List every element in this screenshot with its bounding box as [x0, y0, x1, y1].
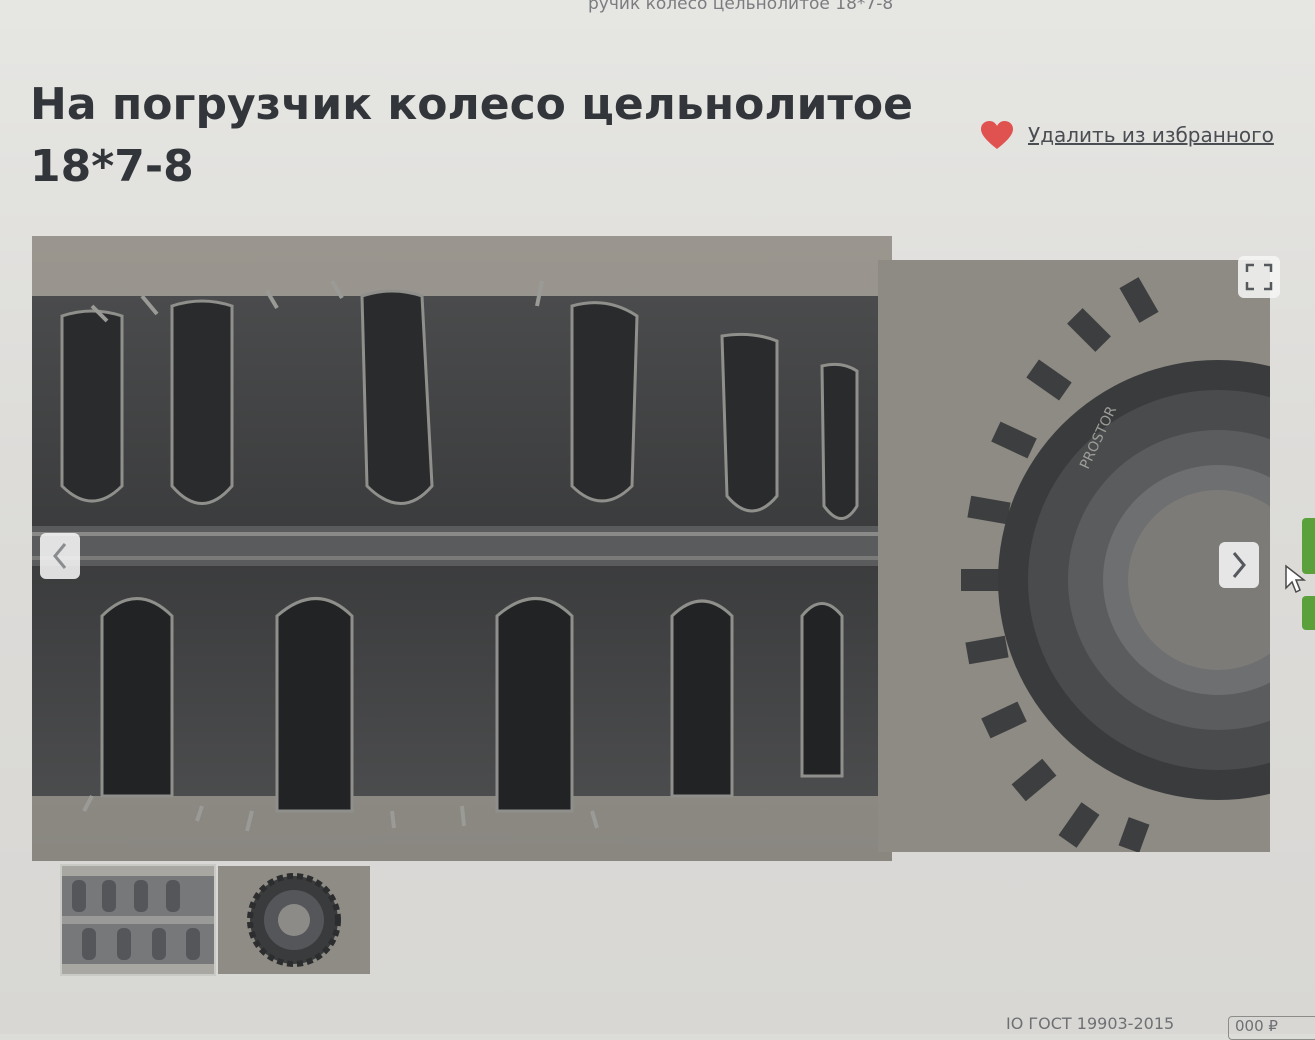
page-title: На погрузчик колесо цельнолитое 18*7-8 — [30, 79, 913, 192]
tire-side-thumbnail — [218, 866, 370, 974]
bottom-price-box: 000 ₽ — [1228, 1016, 1315, 1040]
remove-from-favorites-link[interactable]: Удалить из избранного — [1028, 123, 1274, 147]
chevron-left-icon — [53, 543, 67, 569]
thumbnail-1[interactable] — [60, 864, 216, 976]
mouse-cursor-icon — [1285, 564, 1306, 594]
side-accent-bottom — [1302, 596, 1315, 630]
prev-photo-button[interactable] — [40, 533, 80, 579]
tire-side-image: PROSTOR — [878, 260, 1270, 852]
next-photo-button[interactable] — [1219, 542, 1259, 588]
photo-gallery: PROSTOR — [32, 236, 1272, 861]
remove-from-favorites-button[interactable]: Удалить из избранного — [980, 120, 1274, 150]
chevron-right-icon — [1232, 552, 1246, 578]
breadcrumb[interactable]: ручик колесо цельнолитое 18*7-8 — [588, 0, 893, 14]
fullscreen-button[interactable] — [1238, 256, 1280, 298]
thumbnail-strip — [60, 864, 370, 976]
screen: ручик колесо цельнолитое 18*7-8 На погру… — [0, 0, 1315, 1040]
thumbnail-2[interactable] — [218, 866, 370, 974]
tire-tread-image — [32, 236, 892, 861]
expand-icon — [1245, 263, 1273, 291]
tire-tread-thumbnail — [62, 866, 214, 974]
bottom-spec-text: ІО ГОСТ 19903-2015 — [1006, 1014, 1175, 1033]
side-photo[interactable]: PROSTOR — [878, 260, 1270, 852]
main-photo[interactable] — [32, 236, 892, 861]
heart-icon — [981, 121, 1013, 149]
